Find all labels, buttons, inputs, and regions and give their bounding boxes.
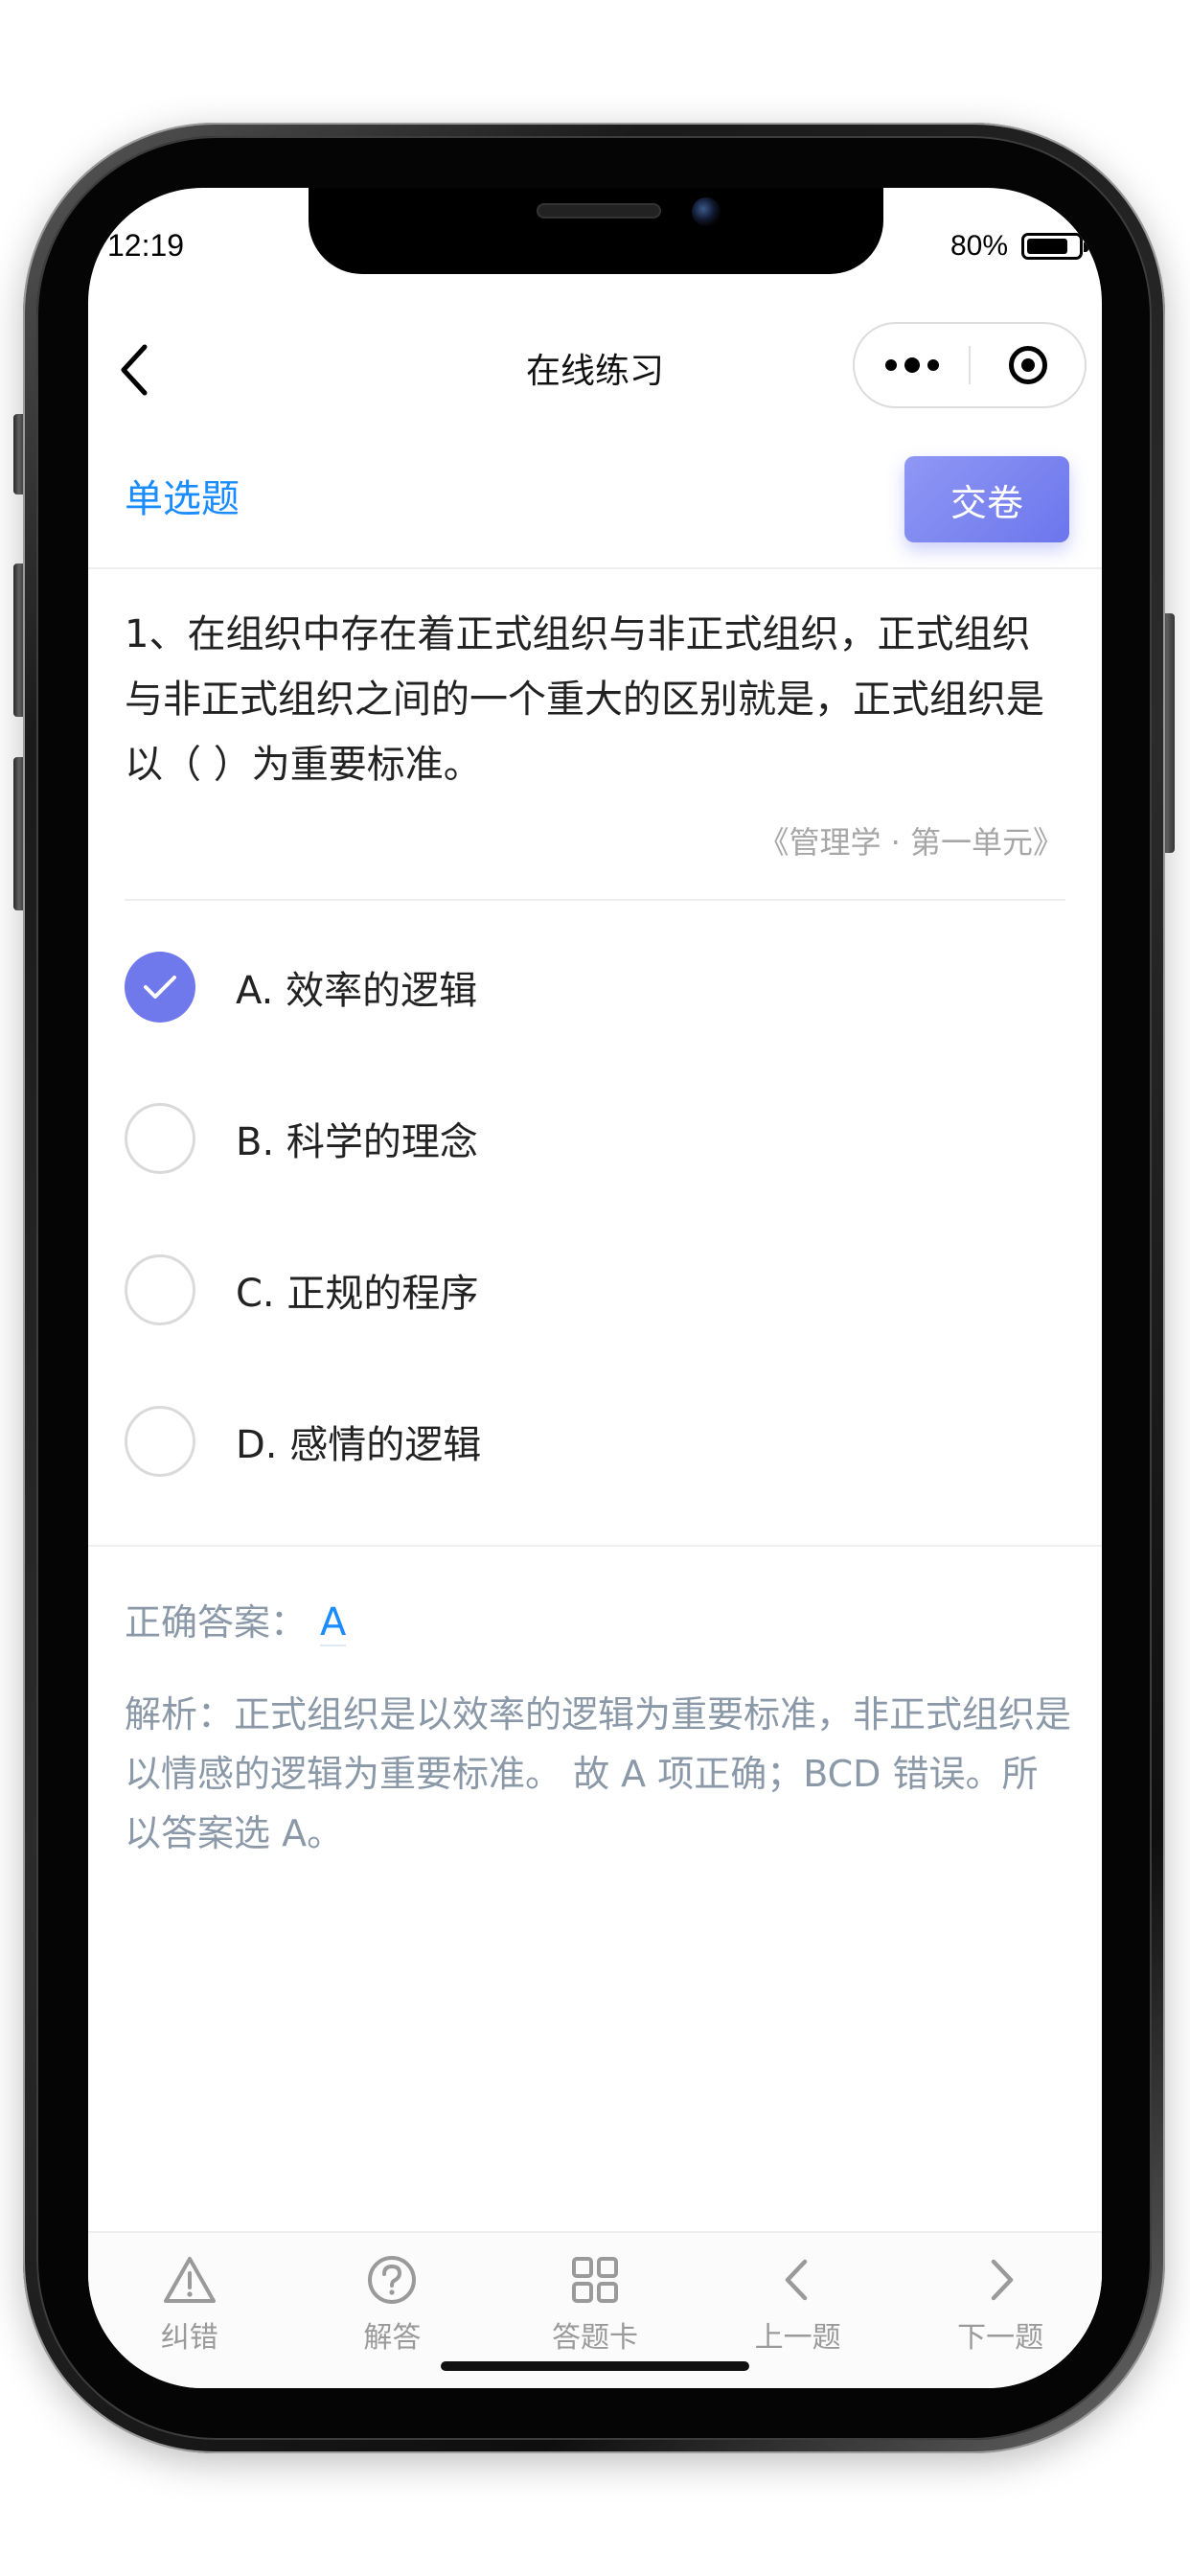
- phone-screen: 12:19 80% 在线练习 单选题 交卷 1、在组织中存在着正式组织与非正式组…: [88, 188, 1102, 2388]
- check-icon: [144, 976, 176, 999]
- report-error-button[interactable]: 纠错: [88, 2233, 291, 2388]
- device-mockup: 12:19 80% 在线练习 单选题 交卷 1、在组织中存在着正式组织与非正式组…: [0, 0, 1190, 2576]
- battery-icon: [1021, 233, 1088, 260]
- next-question-button[interactable]: 下一题: [899, 2233, 1102, 2388]
- earpiece-speaker: [537, 203, 661, 218]
- status-right: 80%: [950, 230, 1088, 263]
- question-source: 《管理学 · 第一单元》: [758, 824, 1064, 861]
- radio-icon[interactable]: [125, 1406, 195, 1477]
- toolbar-label: 下一题: [957, 2321, 1044, 2355]
- divider: [88, 1545, 1102, 1547]
- correct-answer: 正确答案： A: [125, 1593, 347, 1646]
- target-close-icon: [1008, 346, 1047, 384]
- question-circle-icon: [368, 2256, 417, 2304]
- question-text: 1、在组织中存在着正式组织与非正式组织，正式组织与非正式组织之间的一个重大的区别…: [125, 612, 1044, 787]
- option-label: D. 感情的逻辑: [236, 1423, 482, 1467]
- toolbar-label: 答题卡: [551, 2321, 638, 2355]
- front-camera: [692, 197, 721, 226]
- capsule-close-button[interactable]: [971, 346, 1085, 384]
- battery-fill: [1027, 239, 1067, 254]
- warning-icon: [163, 2257, 216, 2303]
- radio-checked-icon[interactable]: [125, 952, 195, 1023]
- toolbar-label: 解答: [363, 2321, 422, 2355]
- question-type: 单选题: [125, 477, 240, 521]
- toolbar-label: 上一题: [754, 2321, 841, 2355]
- correct-answer-prefix: 正确答案：: [125, 1601, 308, 1644]
- submit-exam-button[interactable]: 交卷: [904, 456, 1069, 542]
- battery-percent: 80%: [950, 230, 1008, 262]
- grid-icon: [571, 2257, 618, 2303]
- option-d[interactable]: D. 感情的逻辑: [125, 1403, 481, 1480]
- more-dots-icon[interactable]: [855, 357, 969, 373]
- option-label: C. 正规的程序: [236, 1272, 479, 1316]
- option-a[interactable]: A. 效率的逻辑: [125, 949, 477, 1025]
- option-b[interactable]: B. 科学的理念: [125, 1100, 478, 1177]
- correct-answer-value: A: [320, 1600, 347, 1646]
- mini-program-capsule: [853, 322, 1087, 408]
- status-time: 12:19: [107, 228, 185, 263]
- option-c[interactable]: C. 正规的程序: [125, 1252, 478, 1328]
- home-indicator: [441, 2361, 749, 2371]
- option-label: B. 科学的理念: [236, 1120, 478, 1164]
- option-label: A. 效率的逻辑: [236, 969, 478, 1013]
- toolbar-label: 纠错: [160, 2321, 218, 2355]
- radio-icon[interactable]: [125, 1103, 195, 1174]
- notch: [309, 188, 883, 274]
- answer-analysis: 解析：正式组织是以效率的逻辑为重要标准，非正式组织是以情感的逻辑为重要标准。 故…: [125, 1693, 1072, 1854]
- chevron-left-icon: [785, 2259, 807, 2301]
- divider: [88, 567, 1102, 569]
- divider: [125, 899, 1065, 901]
- radio-icon[interactable]: [125, 1254, 195, 1325]
- chevron-right-icon: [991, 2259, 1014, 2301]
